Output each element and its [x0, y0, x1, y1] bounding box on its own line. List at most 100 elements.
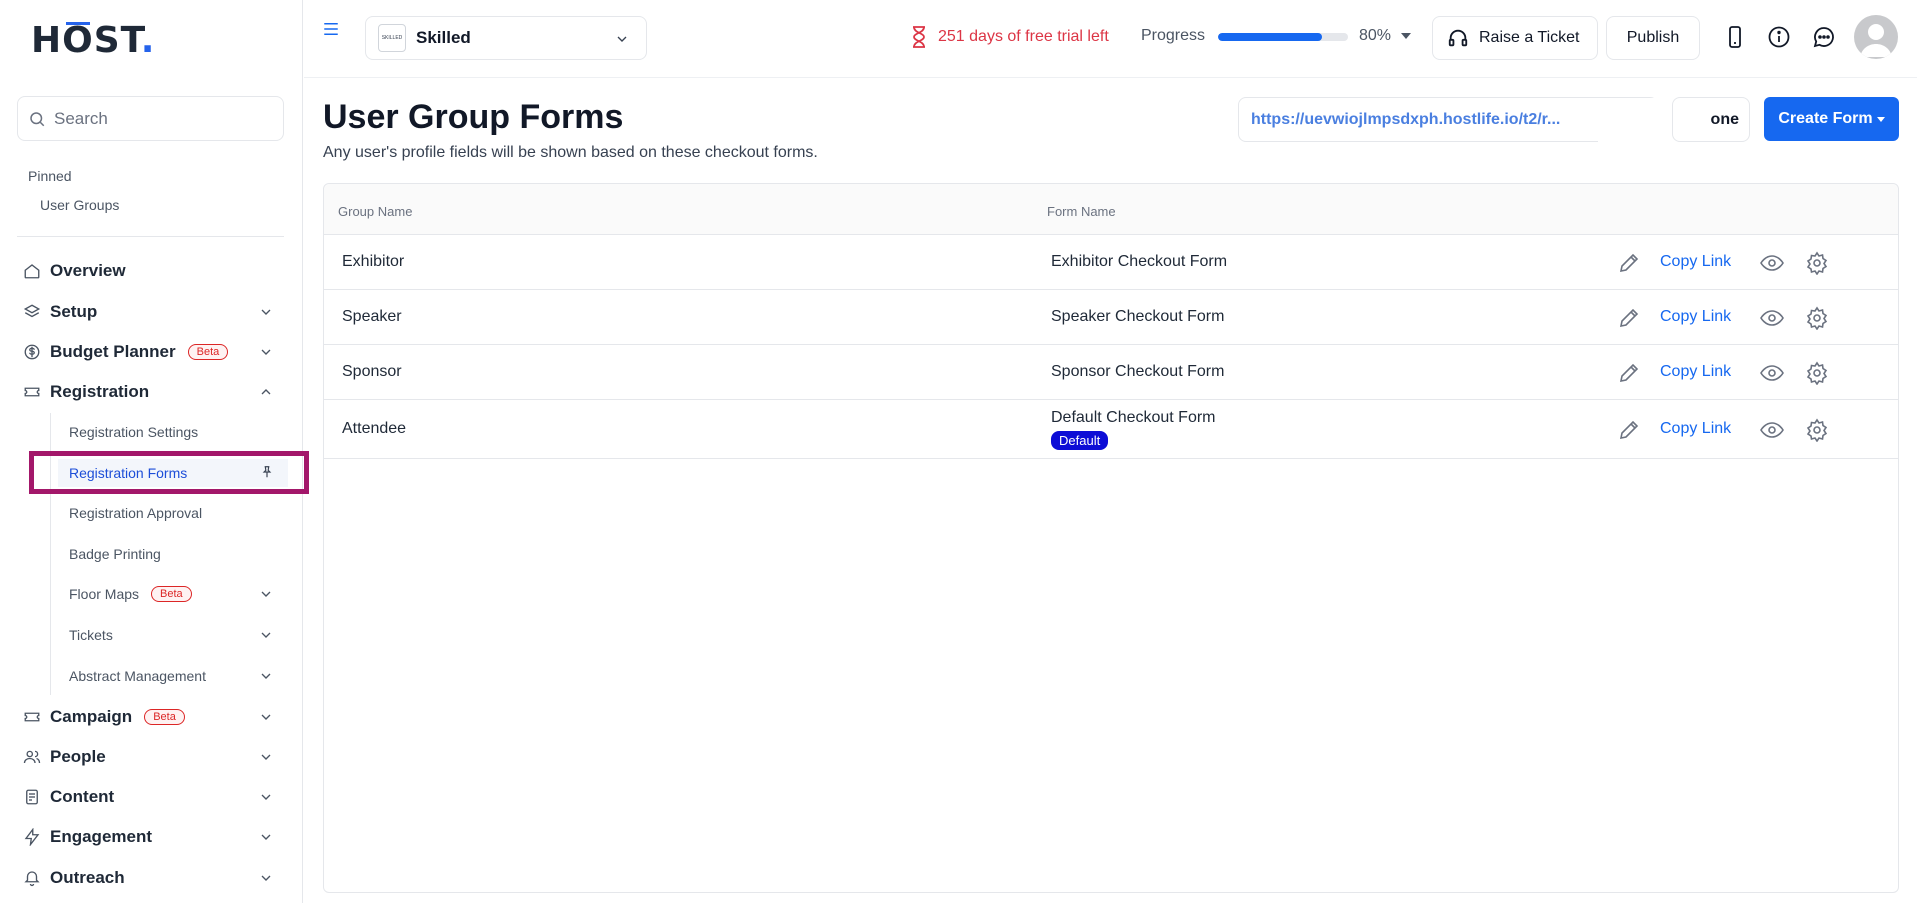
subitem-label: Registration Settings — [69, 424, 199, 440]
eye-icon[interactable] — [1760, 362, 1784, 384]
subitem-label: Registration Approval — [69, 505, 203, 521]
copy-link-button[interactable]: Copy Link — [1660, 253, 1731, 271]
edit-pencil-icon[interactable] — [1617, 251, 1641, 275]
copy-link-button[interactable]: Copy Link — [1660, 308, 1731, 326]
chevron-down-icon[interactable] — [258, 586, 274, 602]
info-icon[interactable] — [1767, 25, 1791, 49]
search-input[interactable] — [54, 108, 274, 129]
host-logo[interactable]: HOST. — [31, 20, 155, 61]
mobile-preview-icon[interactable] — [1723, 25, 1747, 49]
link-mask — [1598, 98, 1674, 142]
chevron-down-icon — [617, 36, 627, 42]
subitem-label: Floor Maps — [69, 586, 140, 602]
trial-notice: 251 days of free trial left — [910, 26, 1109, 48]
sidebar-item-registration[interactable]: Registration — [22, 377, 284, 407]
chevron-up-icon[interactable] — [258, 384, 274, 400]
group-name-cell: Speaker — [342, 308, 402, 325]
app-root: HOST. Pinned User Groups Overview Setup … — [0, 0, 1917, 903]
sidebar-item-campaign[interactable]: Campaign Beta — [22, 702, 284, 732]
event-name: Skilled — [416, 28, 471, 47]
lightning-icon — [22, 827, 42, 847]
gear-icon[interactable] — [1805, 418, 1829, 442]
sidebar-subitem-badge-printing[interactable]: Badge Printing — [69, 540, 284, 568]
row-actions: Copy Link — [1617, 361, 1857, 385]
chevron-down-icon[interactable] — [258, 304, 274, 320]
publish-button[interactable]: Publish — [1606, 16, 1700, 60]
eye-icon[interactable] — [1760, 252, 1784, 274]
eye-icon[interactable] — [1760, 419, 1784, 441]
table-header: Group Name Form Name — [324, 184, 1898, 235]
sidebar-item-label: Campaign — [50, 707, 133, 726]
raise-ticket-button[interactable]: Raise a Ticket — [1432, 16, 1598, 60]
bell-icon — [22, 868, 42, 888]
dollar-icon — [22, 342, 42, 362]
event-selector[interactable]: SKILLED Skilled — [365, 16, 647, 60]
chevron-down-icon[interactable] — [258, 709, 274, 725]
chevron-down-icon[interactable] — [258, 627, 274, 643]
gear-icon[interactable] — [1805, 361, 1829, 385]
sidebar-subitem-registration-settings[interactable]: Registration Settings — [69, 418, 284, 446]
search-box[interactable] — [17, 96, 284, 141]
hamburger-menu-icon[interactable] — [322, 20, 340, 38]
sidebar-item-outreach[interactable]: Outreach — [22, 863, 284, 893]
form-name-cell: Sponsor Checkout Form — [1051, 363, 1225, 380]
sidebar-item-overview[interactable]: Overview — [22, 256, 284, 286]
form-link-url[interactable]: https://uevwiojlmpsdxph.hostlife.io/t2/r… — [1251, 111, 1560, 129]
chevron-down-icon[interactable] — [258, 789, 274, 805]
chat-icon[interactable] — [1812, 25, 1836, 49]
copy-link-button[interactable]: Copy Link — [1660, 420, 1731, 438]
sidebar-subitem-registration-approval[interactable]: Registration Approval — [69, 499, 284, 527]
sidebar-divider — [17, 236, 284, 237]
form-link-field[interactable]: https://uevwiojlmpsdxph.hostlife.io/t2/r… — [1238, 97, 1658, 142]
clone-button[interactable]: one — [1672, 97, 1750, 142]
user-group-forms-table: Group Name Form Name Exhibitor Exhibitor… — [323, 183, 1899, 893]
sidebar-item-content[interactable]: Content — [22, 782, 284, 812]
progress-bar — [1218, 33, 1348, 41]
subitem-label: Abstract Management — [69, 668, 206, 684]
people-icon — [22, 747, 42, 767]
chevron-down-icon[interactable] — [258, 668, 274, 684]
ticket-icon — [22, 707, 42, 727]
progress-label: Progress — [1141, 27, 1206, 44]
copy-link-button[interactable]: Copy Link — [1660, 363, 1731, 381]
user-avatar[interactable] — [1854, 15, 1898, 59]
sidebar-item-engagement[interactable]: Engagement — [22, 822, 284, 852]
beta-badge: Beta — [151, 586, 192, 602]
beta-badge: Beta — [187, 344, 229, 360]
clone-label: one — [1710, 110, 1739, 128]
row-actions: Copy Link — [1617, 306, 1857, 330]
sidebar-item-setup[interactable]: Setup — [22, 297, 284, 327]
chevron-down-icon[interactable] — [258, 829, 274, 845]
search-icon — [30, 111, 45, 126]
ticket-icon — [22, 382, 42, 402]
chevron-down-icon[interactable] — [258, 870, 274, 886]
table-row: Exhibitor Exhibitor Checkout Form Copy L… — [324, 235, 1898, 290]
link-fade — [1206, 104, 1238, 134]
sidebar-item-label: Outreach — [50, 868, 125, 887]
sidebar-item-people[interactable]: People — [22, 742, 284, 772]
header-group-name: Group Name — [338, 204, 413, 219]
form-name-cell: Exhibitor Checkout Form — [1051, 253, 1228, 270]
row-actions: Copy Link — [1617, 251, 1857, 275]
highlight-box — [29, 451, 309, 494]
edit-pencil-icon[interactable] — [1617, 418, 1641, 442]
eye-icon[interactable] — [1760, 307, 1784, 329]
create-form-button[interactable]: Create Form — [1764, 97, 1899, 141]
chevron-down-icon[interactable] — [258, 344, 274, 360]
gear-icon[interactable] — [1805, 251, 1829, 275]
chevron-down-icon[interactable] — [258, 749, 274, 765]
edit-pencil-icon[interactable] — [1617, 306, 1641, 330]
table-row: Attendee Default Checkout Form Default C… — [324, 400, 1898, 459]
edit-pencil-icon[interactable] — [1617, 361, 1641, 385]
sidebar-item-budget-planner[interactable]: Budget Planner Beta — [22, 337, 284, 367]
pinned-item-user-groups[interactable]: User Groups — [40, 197, 119, 213]
sidebar-subitem-abstract-management[interactable]: Abstract Management — [69, 662, 284, 690]
progress-fill — [1218, 33, 1322, 41]
gear-icon[interactable] — [1805, 306, 1829, 330]
trial-text: 251 days of free trial left — [938, 28, 1109, 45]
sidebar-item-label: Content — [50, 787, 115, 806]
progress-dropdown-caret-icon[interactable] — [1401, 33, 1411, 39]
raise-ticket-label: Raise a Ticket — [1479, 29, 1580, 46]
sidebar-subitem-floor-maps[interactable]: Floor Maps Beta — [69, 580, 284, 608]
sidebar-subitem-tickets[interactable]: Tickets — [69, 621, 284, 649]
